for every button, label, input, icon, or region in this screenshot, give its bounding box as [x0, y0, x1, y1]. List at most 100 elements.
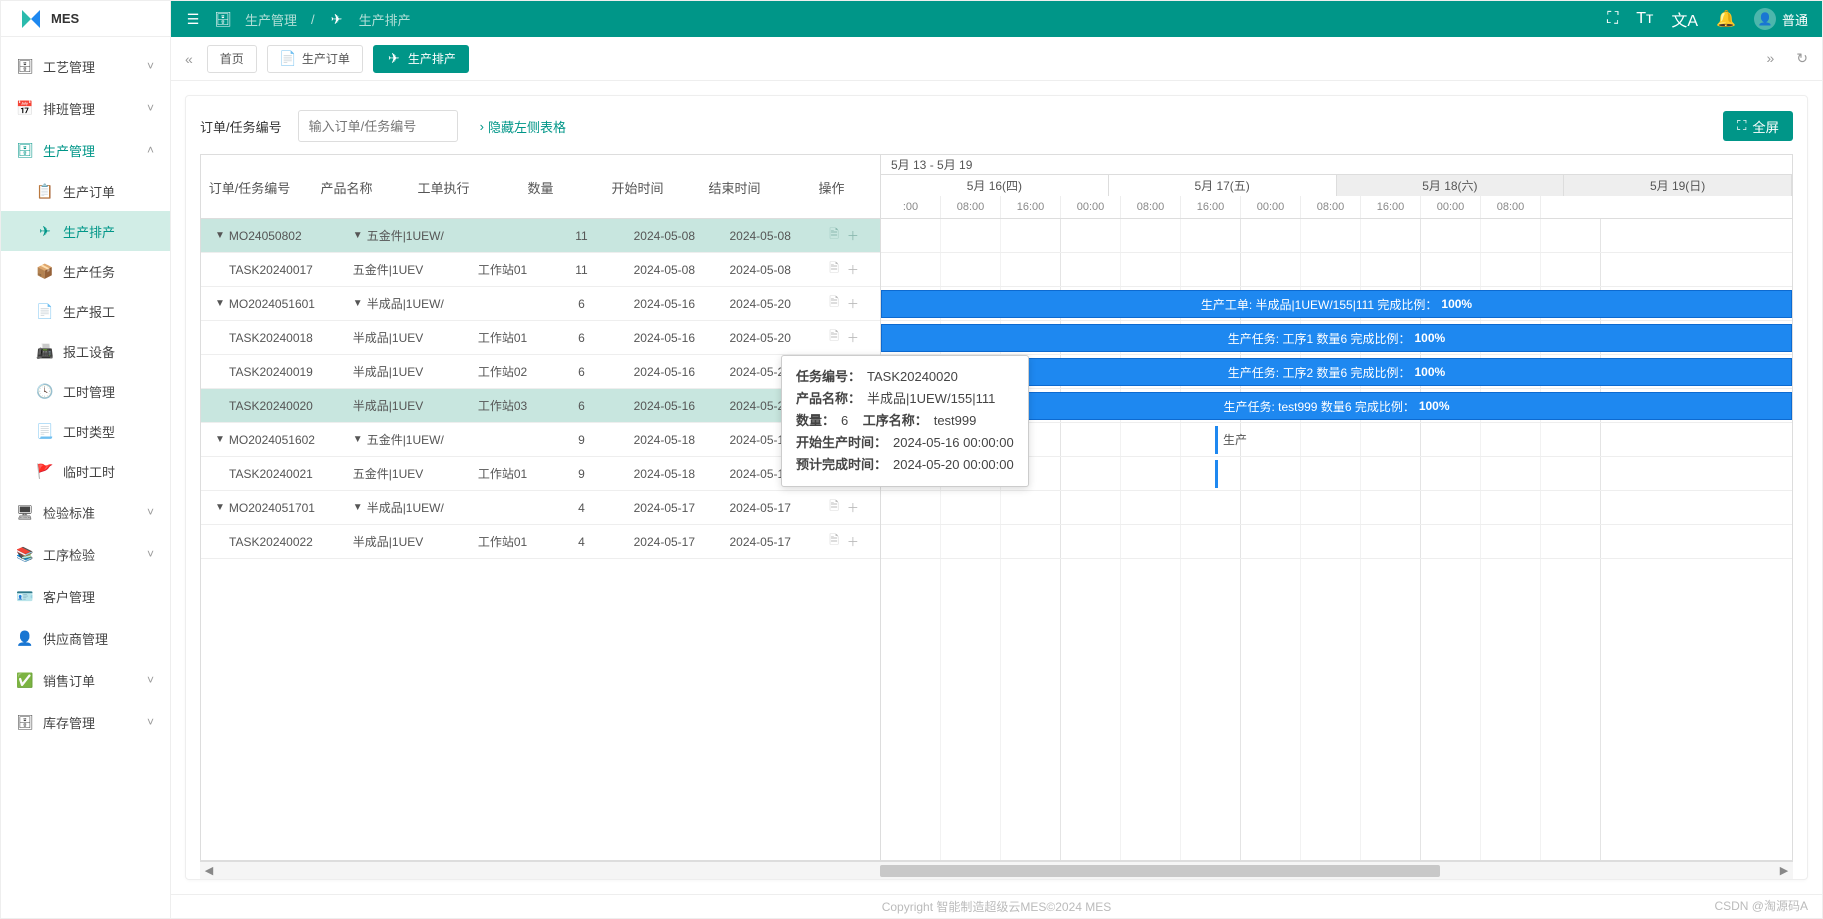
sidebar-item[interactable]: 🗄库存管理˅	[1, 701, 170, 743]
collapse-tabs-icon[interactable]: «	[181, 51, 197, 67]
gantt-bar[interactable]: 生产任务: 工序1 数量6 完成比例：100%	[881, 324, 1792, 352]
menu-icon[interactable]: ☰	[185, 11, 201, 27]
fullscreen-icon[interactable]: ⛶	[1607, 10, 1618, 28]
bell-icon[interactable]: 🔔	[1716, 9, 1736, 29]
sidebar-label: 工序检验	[43, 545, 95, 564]
sidebar-subitem[interactable]: ✈生产排产	[1, 211, 170, 251]
gantt-marker[interactable]	[1215, 460, 1218, 488]
table-row[interactable]: ▼MO24050802▼五金件|1UEW/112024-05-082024-05…	[201, 219, 880, 253]
gantt-marker[interactable]	[1215, 426, 1218, 454]
col-name: 产品名称	[298, 155, 395, 219]
expand-icon[interactable]: ▼	[215, 502, 225, 513]
breadcrumb-page: 生产排产	[359, 10, 411, 29]
sidebar-subitem[interactable]: 📃工时类型	[1, 411, 170, 451]
sidebar: MES 🗄工艺管理˅📅排班管理˅🗄生产管理˄📋生产订单✈生产排产📦生产任务📄生产…	[1, 1, 171, 918]
sidebar-item[interactable]: 👤供应商管理	[1, 617, 170, 659]
cell-start: 2024-05-16	[616, 399, 712, 413]
sidebar-item[interactable]: 🗄工艺管理˅	[1, 45, 170, 87]
tab[interactable]: 首页	[207, 45, 257, 73]
clipboard-icon: 📋	[37, 183, 53, 199]
user-menu[interactable]: 👤 普通	[1754, 8, 1808, 30]
cell-qty: 6	[546, 297, 616, 311]
clock-icon: 🕓	[37, 383, 53, 399]
table-row[interactable]: TASK20240019半成品|1UEV工作站0262024-05-162024…	[201, 355, 880, 389]
edit-icon[interactable]: 🗎	[829, 259, 839, 280]
expand-icon[interactable]: ▼	[215, 230, 225, 241]
cell-start: 2024-05-16	[616, 365, 712, 379]
table-row[interactable]: ▼MO2024051602▼五金件|1UEW/92024-05-182024-0…	[201, 423, 880, 457]
sidebar-label: 供应商管理	[43, 629, 108, 648]
tabs-more-icon[interactable]: »	[1762, 50, 1778, 67]
sidebar-item[interactable]: ✅销售订单˅	[1, 659, 170, 701]
cell-qty: 9	[546, 433, 616, 447]
table-row[interactable]: TASK20240020半成品|1UEV工作站0362024-05-162024…	[201, 389, 880, 423]
hide-table-link[interactable]: › 隐藏左侧表格	[480, 117, 566, 136]
sidebar-subitem[interactable]: 📠报工设备	[1, 331, 170, 371]
tabs-refresh-icon[interactable]: ↻	[1792, 50, 1812, 67]
cell-end: 2024-05-20	[712, 297, 808, 311]
logo-icon	[19, 7, 43, 31]
expand-icon[interactable]: ▼	[353, 434, 363, 445]
fullscreen-button[interactable]: ⛶ 全屏	[1723, 111, 1793, 141]
col-qty: 数量	[492, 155, 589, 219]
sidebar-label: 临时工时	[63, 462, 115, 481]
add-icon[interactable]: ＋	[847, 499, 859, 516]
sidebar-item[interactable]: 📅排班管理˅	[1, 87, 170, 129]
scroll-left-icon[interactable]: ◀	[200, 864, 218, 877]
expand-icon[interactable]: ▼	[215, 298, 225, 309]
edit-icon[interactable]: 🗎	[829, 225, 839, 246]
sidebar-item[interactable]: 🖥检验标准˅	[1, 491, 170, 533]
expand-icon[interactable]: ▼	[353, 230, 363, 241]
horizontal-scrollbar[interactable]: ◀ ▶	[200, 861, 1793, 879]
expand-icon[interactable]: ▼	[215, 434, 225, 445]
cell-name: 五金件|1UEV	[353, 465, 423, 482]
task-icon: 📦	[37, 263, 53, 279]
sidebar-item[interactable]: 🪪客户管理	[1, 575, 170, 617]
cell-id: MO2024051601	[229, 297, 315, 311]
scroll-right-icon[interactable]: ▶	[1775, 864, 1793, 877]
scroll-thumb[interactable]	[880, 865, 1440, 877]
translate-icon[interactable]: 文A	[1671, 7, 1698, 31]
sidebar-item[interactable]: 🗄生产管理˄	[1, 129, 170, 171]
add-icon[interactable]: ＋	[847, 295, 859, 312]
table-row[interactable]: TASK20240018半成品|1UEV工作站0162024-05-162024…	[201, 321, 880, 355]
add-icon[interactable]: ＋	[847, 533, 859, 550]
chevron-down-icon: ˅	[147, 505, 154, 519]
gantt-row	[881, 491, 1792, 525]
cell-id: MO2024051701	[229, 501, 315, 515]
topbar: ☰ 🗄 生产管理 / ✈ 生产排产 ⛶ Tᴛ 文A 🔔 👤 普通	[171, 1, 1822, 37]
cell-name: 半成品|1UEV	[353, 363, 423, 380]
sidebar-subitem[interactable]: 🕓工时管理	[1, 371, 170, 411]
cell-id: MO2024051602	[229, 433, 315, 447]
tab[interactable]: 📄生产订单	[267, 45, 363, 73]
edit-icon[interactable]: 🗎	[829, 293, 839, 314]
fontsize-icon[interactable]: Tᴛ	[1636, 10, 1653, 28]
user-name: 普通	[1782, 10, 1808, 29]
gantt-range: 5月 13 - 5月 19	[881, 155, 1792, 175]
table-row[interactable]: ▼MO2024051601▼半成品|1UEW/62024-05-162024-0…	[201, 287, 880, 321]
table-row[interactable]: ▼MO2024051701▼半成品|1UEW/42024-05-172024-0…	[201, 491, 880, 525]
expand-icon[interactable]: ▼	[353, 502, 363, 513]
cell-exec: 工作站01	[459, 465, 547, 482]
sidebar-subitem[interactable]: 🚩临时工时	[1, 451, 170, 491]
expand-icon[interactable]: ▼	[353, 298, 363, 309]
table-row[interactable]: TASK20240022半成品|1UEV工作站0142024-05-172024…	[201, 525, 880, 559]
add-icon[interactable]: ＋	[847, 329, 859, 346]
add-icon[interactable]: ＋	[847, 261, 859, 278]
sidebar-item[interactable]: 📚工序检验˅	[1, 533, 170, 575]
cell-name: 半成品|1UEW/	[367, 295, 444, 312]
edit-icon[interactable]: 🗎	[829, 531, 839, 552]
search-input[interactable]	[298, 110, 458, 142]
tab[interactable]: ✈生产排产	[373, 45, 469, 73]
breadcrumb-module[interactable]: 生产管理	[245, 10, 297, 29]
edit-icon[interactable]: 🗎	[829, 327, 839, 348]
table-row[interactable]: TASK20240017五金件|1UEV工作站01112024-05-08202…	[201, 253, 880, 287]
sidebar-subitem[interactable]: 📦生产任务	[1, 251, 170, 291]
sidebar-subitem[interactable]: 📋生产订单	[1, 171, 170, 211]
gantt-bar[interactable]: 生产工单: 半成品|1UEW/155|111 完成比例：100%	[881, 290, 1792, 318]
table-row[interactable]: TASK20240021五金件|1UEV工作站0192024-05-182024…	[201, 457, 880, 491]
sidebar-subitem[interactable]: 📄生产报工	[1, 291, 170, 331]
edit-icon[interactable]: 🗎	[829, 497, 839, 518]
gantt-day: 5月 17(五)	[1109, 175, 1337, 197]
add-icon[interactable]: ＋	[847, 227, 859, 244]
